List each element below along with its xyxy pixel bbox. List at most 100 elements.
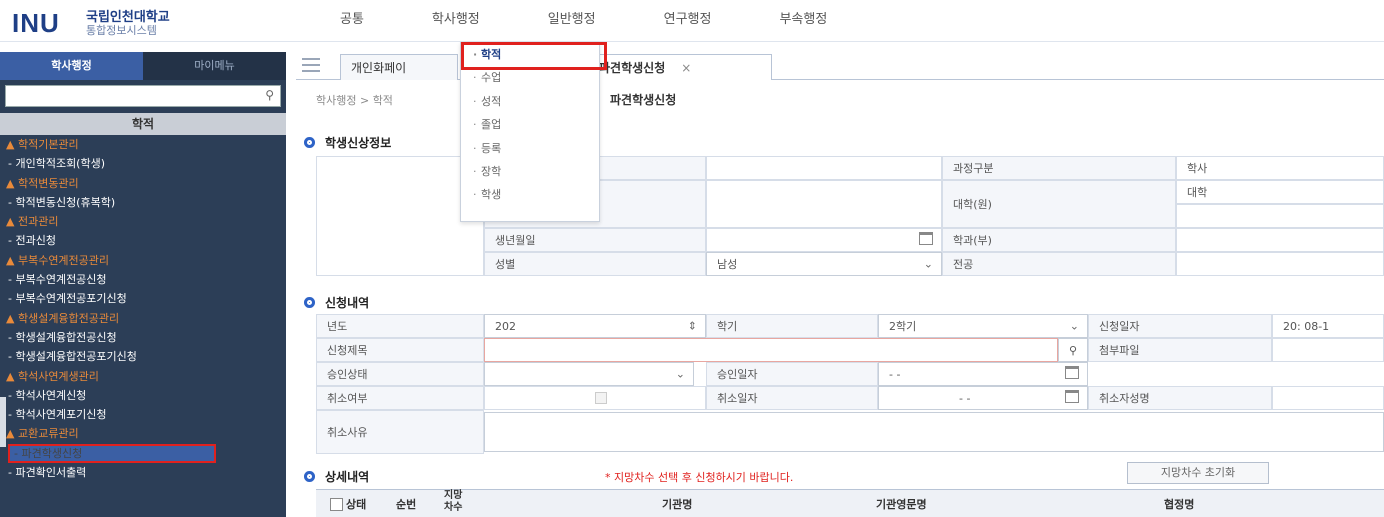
apply-date-field: 20: 08-1 [1272, 314, 1384, 338]
col-agreement[interactable]: 협정명 [1164, 496, 1194, 512]
calendar-icon[interactable] [1065, 366, 1079, 379]
title-search-button[interactable]: ⚲ [1058, 338, 1088, 362]
value-college: 대학 [1176, 180, 1384, 204]
sidebar-item[interactable]: - 학생설계융합전공신청 [0, 328, 286, 347]
label-college: 대학(원) [942, 180, 1176, 228]
dropdown-highlight-box [461, 42, 607, 70]
sidebar-item[interactable]: - 부복수연계전공신청 [0, 270, 286, 289]
year-spinner[interactable]: 202 ⇕ [484, 314, 706, 338]
cancel-person-field [1272, 386, 1384, 410]
label-text: 취소자성명 [1099, 392, 1150, 405]
sidebar: 학사행정 마이메뉴 ⚲ 학적 ▲ 학적기본관리 - 개인학적조회(학생) ▲ 학적변… [0, 52, 286, 517]
logo[interactable]: INU 국립인천대학교 통합정보시스템 [8, 4, 298, 38]
approval-date-field[interactable]: - - [878, 362, 1088, 386]
tab-dispatch-application[interactable]: 파견학생신청 × [588, 54, 772, 80]
label-attachment: 첨부파일 [1088, 338, 1272, 362]
sidebar-item[interactable]: - 학석사연계포기신청 [0, 405, 286, 424]
section-detail: 상세내역 [304, 468, 369, 485]
gender-select[interactable]: 남성 ⌄ [706, 252, 942, 276]
input-value: 202 [495, 319, 516, 333]
term-select[interactable]: 2학기 ⌄ [878, 314, 1088, 338]
col-institution[interactable]: 기관명 [662, 496, 692, 512]
label-title: 신청제목 [316, 338, 484, 362]
label-text: 대학(원) [953, 198, 992, 211]
close-icon[interactable]: × [681, 61, 691, 75]
logo-mark: INU [12, 8, 60, 38]
sidebar-item[interactable]: - 부복수연계전공포기신청 [0, 289, 286, 308]
spinner-icon[interactable]: ⇕ [688, 320, 697, 333]
attachment-field[interactable] [1272, 338, 1384, 362]
sidebar-item[interactable]: - 개인학적조회(학생) [0, 154, 286, 173]
label-text: 신청제목 [327, 344, 368, 357]
chevron-down-icon[interactable]: ⌄ [676, 368, 685, 381]
label-birth: 생년월일 [484, 228, 706, 252]
label-text: 전공 [953, 258, 974, 271]
label-text: 신청일자 [1099, 320, 1140, 333]
calendar-icon[interactable] [1065, 390, 1079, 403]
col-choice[interactable]: 지망 차수 [444, 490, 462, 514]
sidebar-collapse-handle[interactable] [0, 397, 6, 447]
section-applicant-info: 학생신상정보 [304, 134, 391, 151]
sidebar-category[interactable]: ▲ 학생설계융합전공관리 [0, 309, 286, 328]
label-text: 생년월일 [495, 234, 536, 247]
sidebar-category[interactable]: ▲ 학석사연계생관리 [0, 367, 286, 386]
search-icon[interactable]: ⚲ [265, 88, 274, 102]
value-blank-1 [706, 156, 942, 180]
chevron-down-icon[interactable]: ⌄ [1070, 320, 1079, 333]
sidebar-category[interactable]: ▲ 전과관리 [0, 212, 286, 231]
select-all-checkbox[interactable] [330, 498, 343, 511]
sidebar-category[interactable]: ▲ 학적기본관리 [0, 135, 286, 154]
sidebar-item[interactable]: - 학적변동신청(휴복학) [0, 193, 286, 212]
top-menu-general[interactable]: 일반행정 [548, 8, 596, 34]
dropdown-item[interactable]: 장학 [461, 160, 599, 184]
sidebar-search-input[interactable]: ⚲ [5, 85, 281, 107]
app-window: INU 국립인천대학교 통합정보시스템 공통 학사행정 일반행정 연구행정 부속… [0, 0, 1384, 517]
label-text: 학과(부) [953, 234, 992, 247]
sidebar-item[interactable]: - 학생설계융합전공포기신청 [0, 347, 286, 366]
sidebar-item[interactable]: - 학석사연계신청 [0, 386, 286, 405]
dropdown-item[interactable]: 등록 [461, 137, 599, 161]
detail-grid-header: 상태 순번 지망 차수 기관명 기관영문명 협정명 [316, 489, 1384, 517]
sidebar-tab-mymenu[interactable]: 마이메뉴 [143, 52, 286, 80]
label-cancel-person: 취소자성명 [1088, 386, 1272, 410]
cancel-checkbox[interactable] [595, 392, 607, 404]
sidebar-category[interactable]: ▲ 학적변동관리 [0, 174, 286, 193]
top-menu-academic[interactable]: 학사행정 [432, 8, 480, 34]
breadcrumb: 학사행정 > 학적 [316, 94, 393, 107]
calendar-icon[interactable] [919, 232, 933, 245]
value-text: 학사 [1187, 162, 1208, 175]
dropdown-item[interactable]: 성적 [461, 90, 599, 114]
approval-status-select[interactable]: ⌄ [484, 362, 694, 386]
label-text: 취소사유 [327, 426, 368, 439]
top-menu-common[interactable]: 공통 [340, 8, 364, 34]
logo-subtitle: 통합정보시스템 [86, 24, 157, 37]
cancel-reason-textarea[interactable] [484, 412, 1384, 452]
tab-personalized[interactable]: 개인화페이 [340, 54, 458, 80]
sidebar-category[interactable]: ▲ 부복수연계전공관리 [0, 251, 286, 270]
reset-choice-button[interactable]: 지망차수 초기화 [1127, 462, 1269, 484]
birth-date-field[interactable] [706, 228, 942, 252]
sidebar-item[interactable]: - 전과신청 [0, 231, 286, 250]
application-title-input[interactable] [484, 338, 1058, 362]
sidebar-category[interactable]: ▲ 교환교류관리 [0, 424, 286, 443]
dropdown-item[interactable]: 졸업 [461, 113, 599, 137]
label-term: 학기 [706, 314, 878, 338]
label-approval-date: 승인일자 [706, 362, 878, 386]
sidebar-tab-academic[interactable]: 학사행정 [0, 52, 143, 80]
label-gender: 성별 [484, 252, 706, 276]
dropdown-item[interactable]: 학생 [461, 183, 599, 207]
col-institution-en[interactable]: 기관영문명 [876, 496, 927, 512]
col-seq[interactable]: 순번 [396, 496, 416, 512]
hamburger-menu-icon[interactable] [302, 58, 320, 72]
label-approval-status: 승인상태 [316, 362, 484, 386]
section-label: 학생신상정보 [325, 136, 392, 150]
tab-label: 파견학생신청 [599, 61, 666, 75]
sidebar-item[interactable]: - 파견확인서출력 [0, 463, 286, 482]
label-cancel-date: 취소일자 [706, 386, 878, 410]
top-menu-research[interactable]: 연구행정 [664, 8, 712, 34]
chevron-down-icon[interactable]: ⌄ [924, 258, 933, 271]
sidebar-item-selected[interactable]: - 파견학생신청 [8, 443, 216, 464]
top-menu-affiliated[interactable]: 부속행정 [779, 8, 827, 34]
cancel-date-field[interactable]: - - [878, 386, 1088, 410]
col-status[interactable]: 상태 [346, 496, 366, 512]
